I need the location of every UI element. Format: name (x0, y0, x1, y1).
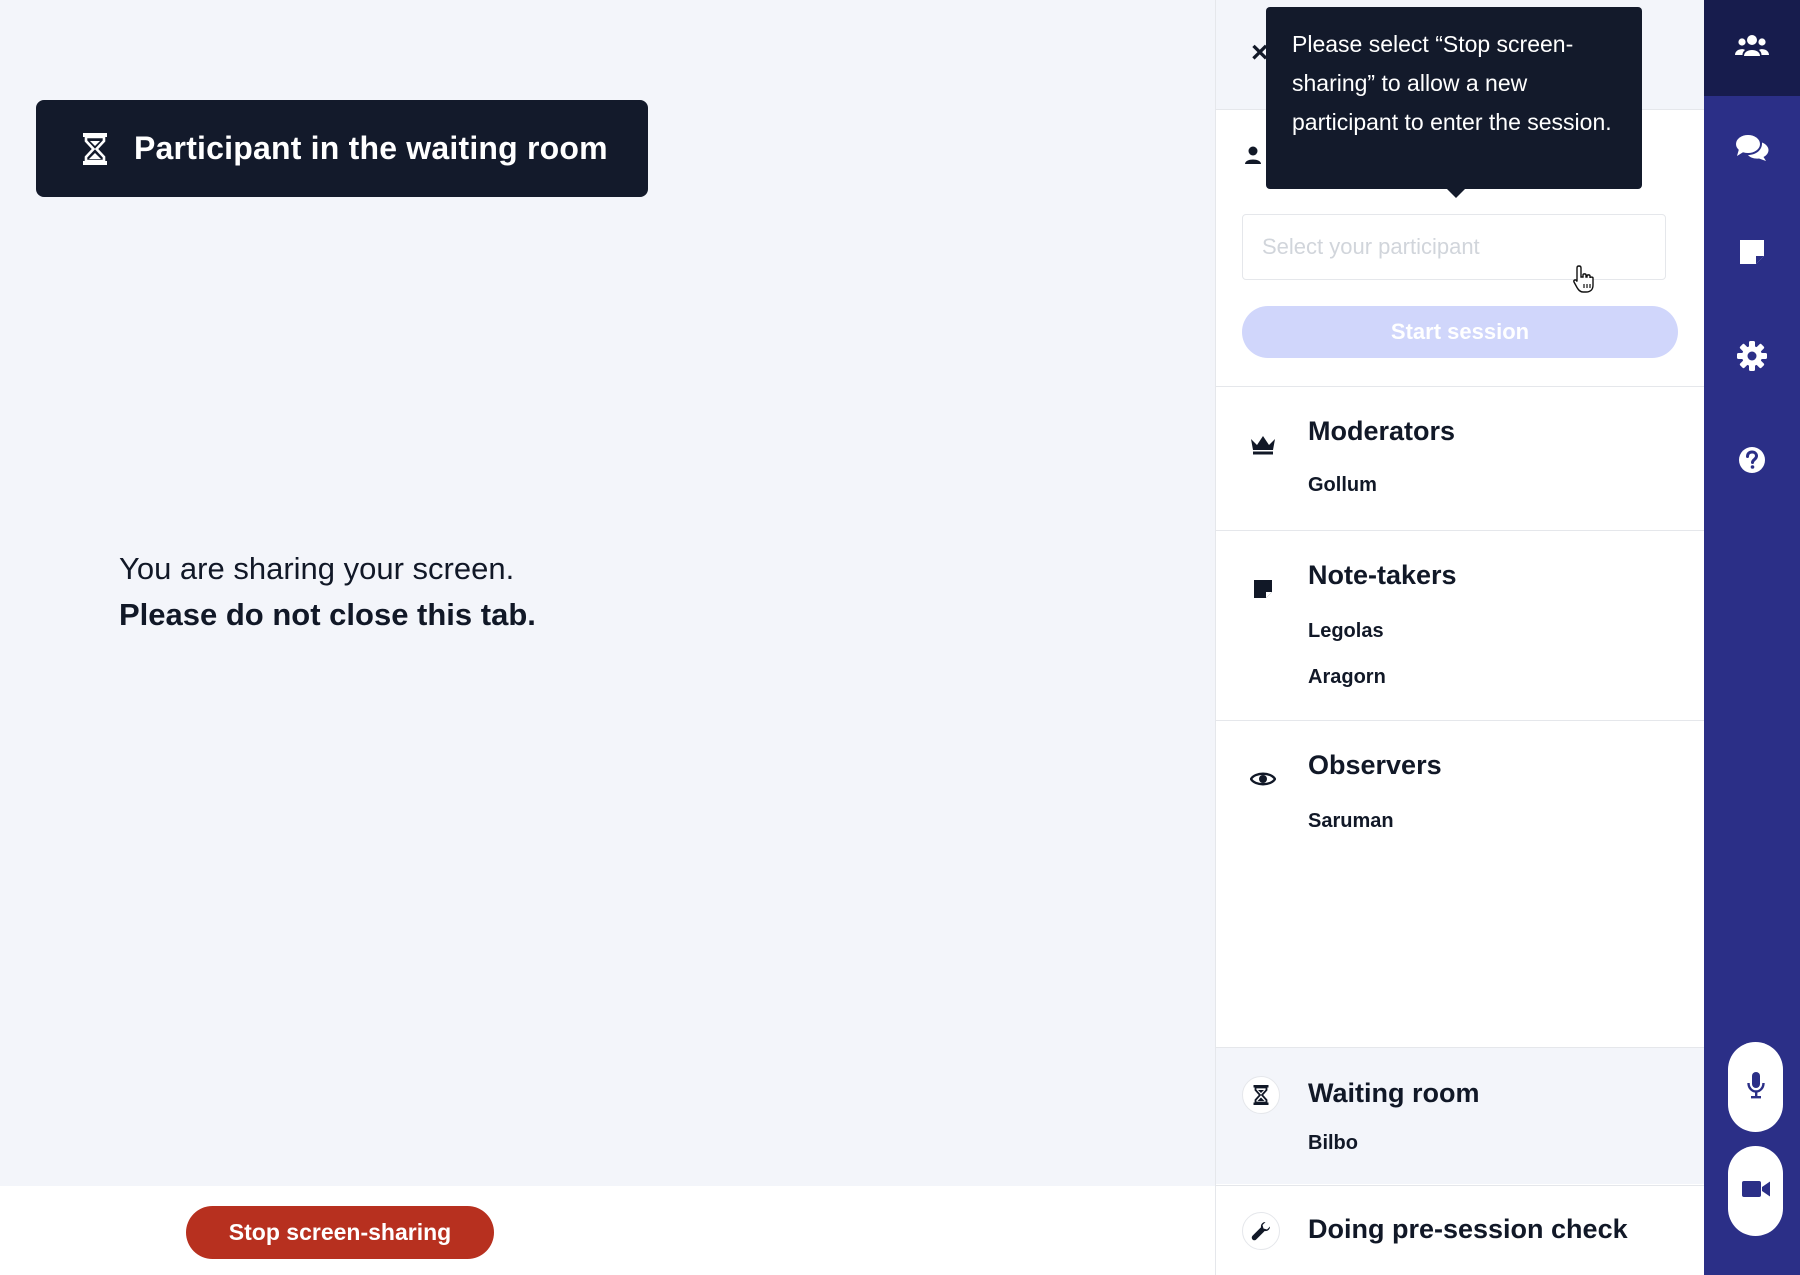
hand-cursor-icon (1571, 264, 1597, 294)
moderator-item: Gollum (1308, 474, 1377, 496)
hourglass-icon (80, 132, 110, 166)
moderators-section: Moderators Gollum (1216, 386, 1705, 530)
tooltip-arrow (1446, 188, 1466, 198)
banner-text: Participant in the waiting room (134, 130, 608, 166)
chat-icon (1735, 134, 1769, 167)
nav-chat[interactable] (1704, 102, 1800, 198)
main-area: Participant in the waiting room You are … (0, 0, 1215, 1275)
waiting-room-section: Waiting room Bilbo (1216, 1047, 1705, 1184)
wrench-icon (1242, 1212, 1280, 1250)
camera-icon (1741, 1180, 1770, 1203)
note-taker-item: Aragorn (1308, 666, 1386, 688)
moderators-title: Moderators (1308, 416, 1456, 446)
eye-icon (1250, 766, 1276, 792)
observer-item: Saruman (1308, 810, 1394, 832)
help-icon (1738, 446, 1766, 479)
sharing-line-2: Please do not close this tab. (119, 597, 536, 632)
nav-notes[interactable] (1704, 206, 1800, 302)
start-session-button[interactable]: Start session (1242, 306, 1678, 358)
person-icon (1243, 145, 1263, 165)
sharing-message: You are sharing your screen. Please do n… (119, 546, 536, 638)
note-takers-title: Note-takers (1308, 560, 1457, 590)
observers-section: Observers Saruman (1216, 720, 1705, 880)
tooltip: Please select “Stop screen-sharing” to a… (1266, 7, 1642, 189)
bottom-bar (0, 1186, 1215, 1275)
participant-select[interactable]: Select your participant (1242, 214, 1666, 280)
participant-select-placeholder: Select your participant (1262, 234, 1480, 259)
observers-title: Observers (1308, 750, 1442, 780)
notes-icon (1739, 239, 1765, 270)
waiting-participant-item: Bilbo (1308, 1132, 1358, 1154)
participants-icon (1735, 34, 1769, 63)
waiting-room-title: Waiting room (1308, 1078, 1480, 1108)
pre-session-check-title: Doing pre-session check (1308, 1214, 1628, 1244)
stop-screen-sharing-button[interactable]: Stop screen-sharing (186, 1206, 494, 1259)
hourglass-icon (1242, 1076, 1280, 1114)
nav-settings[interactable] (1704, 310, 1800, 406)
pre-session-check-section: Doing pre-session check (1216, 1185, 1705, 1275)
note-taker-item: Legolas (1308, 620, 1384, 642)
note-takers-section: Note-takers Legolas Aragorn (1216, 530, 1705, 720)
microphone-icon (1746, 1071, 1766, 1104)
microphone-toggle[interactable] (1728, 1042, 1783, 1132)
nav-participants[interactable] (1704, 0, 1800, 96)
right-navigation (1704, 0, 1800, 1275)
waiting-room-banner: Participant in the waiting room (36, 100, 648, 197)
camera-toggle[interactable] (1728, 1146, 1783, 1236)
sharing-line-1: You are sharing your screen. (119, 551, 515, 586)
settings-icon (1737, 340, 1767, 376)
nav-help[interactable] (1704, 414, 1800, 510)
sticky-note-icon (1250, 576, 1276, 602)
crown-icon (1250, 432, 1276, 458)
